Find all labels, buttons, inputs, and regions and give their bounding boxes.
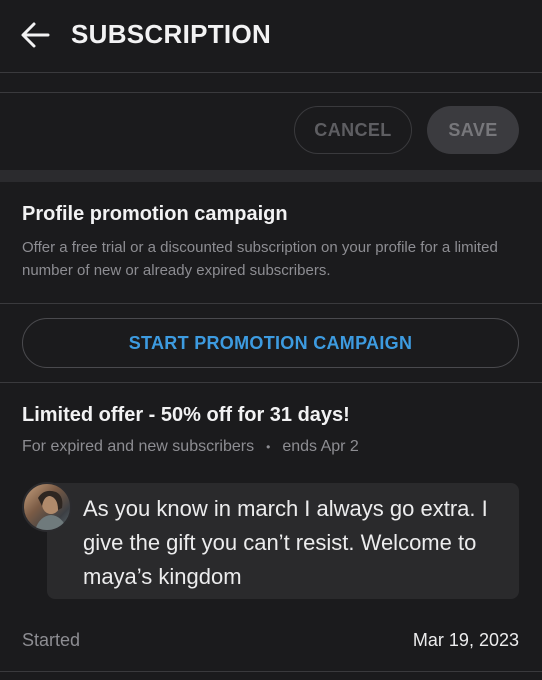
- offer-audience: For expired and new subscribers: [22, 438, 255, 455]
- offer-end-date: ends Apr 2: [282, 438, 359, 455]
- started-date: Mar 19, 2023: [412, 630, 519, 650]
- divider: [0, 72, 542, 73]
- app-header: SUBSCRIPTION: [0, 0, 542, 72]
- page-title: SUBSCRIPTION: [71, 19, 272, 49]
- offer-subtitle: For expired and new subscribers • ends A…: [22, 438, 359, 456]
- divider: [0, 303, 542, 304]
- divider: [0, 382, 542, 383]
- avatar[interactable]: [22, 482, 72, 532]
- section-separator: [0, 170, 542, 182]
- divider: [0, 671, 542, 672]
- separator-dot: •: [266, 440, 271, 454]
- started-label: Started: [22, 630, 81, 650]
- start-promotion-button[interactable]: START PROMOTION CAMPAIGN: [22, 318, 519, 368]
- promotion-title: Profile promotion campaign: [22, 203, 288, 225]
- promotion-description: Offer a free trial or a discounted subsc…: [22, 239, 498, 279]
- offer-message: As you know in march I always go extra. …: [47, 483, 519, 599]
- divider: [0, 92, 542, 93]
- arrow-left-icon[interactable]: [20, 21, 50, 49]
- save-button[interactable]: SAVE: [427, 106, 519, 154]
- cancel-button[interactable]: CANCEL: [294, 106, 412, 154]
- offer-title: Limited offer - 50% off for 31 days!: [22, 404, 350, 426]
